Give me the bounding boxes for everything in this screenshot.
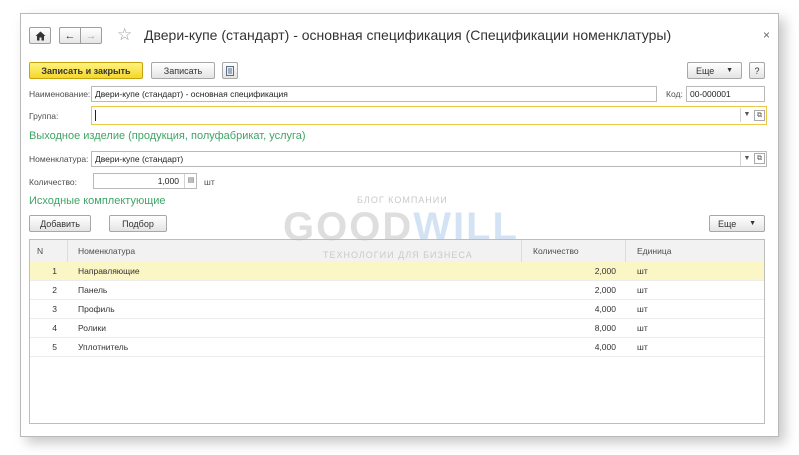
star-icon[interactable]: ☆ — [117, 25, 132, 45]
quantity-label: Количество: — [29, 177, 78, 187]
save-button[interactable]: Записать — [151, 62, 215, 79]
home-button[interactable] — [29, 27, 51, 44]
watermark-top-text: БЛОГ КОМПАНИИ — [357, 195, 448, 205]
row-number: 4 — [52, 323, 57, 333]
table-row[interactable]: 1 Направляющие 2,000 шт — [30, 262, 764, 281]
components-table[interactable]: N Номенклатура Количество Единица 1 Напр… — [29, 239, 765, 424]
home-icon — [35, 31, 45, 40]
row-quantity: 4,000 — [594, 342, 616, 352]
arrow-right-icon: → — [85, 29, 97, 42]
column-header-n[interactable]: N — [30, 240, 68, 262]
more-menu-button[interactable]: Еще ▼ — [687, 62, 742, 79]
code-label: Код: — [666, 89, 683, 99]
group-field[interactable]: ▼ ⧉ — [91, 106, 767, 125]
row-quantity: 8,000 — [594, 323, 616, 333]
row-unit: шт — [637, 342, 648, 352]
row-number: 5 — [52, 342, 57, 352]
chevron-down-icon[interactable]: ▼ — [740, 152, 753, 166]
close-icon[interactable]: × — [763, 28, 770, 42]
row-number: 2 — [52, 285, 57, 295]
table-more-label: Еще — [718, 218, 737, 229]
table-row[interactable]: 2 Панель 2,000 шт — [30, 281, 764, 300]
code-field[interactable]: 00-000001 — [686, 86, 765, 102]
chevron-down-icon: ▼ — [749, 220, 756, 227]
quantity-unit: шт — [204, 177, 215, 187]
row-unit: шт — [637, 285, 648, 295]
quantity-value: 1,000 — [157, 176, 179, 186]
calculator-icon[interactable]: ▤ — [184, 174, 196, 188]
row-number: 1 — [52, 266, 57, 276]
form-window: ← → ☆ Двери-купе (стандарт) - основная с… — [20, 13, 779, 437]
open-link-icon[interactable]: ⧉ — [754, 153, 765, 164]
report-button[interactable] — [222, 62, 238, 79]
row-unit: шт — [637, 304, 648, 314]
column-header-nomenclature[interactable]: Номенклатура — [68, 240, 522, 262]
row-unit: шт — [637, 323, 648, 333]
output-section-title: Выходное изделие (продукция, полуфабрика… — [29, 130, 306, 142]
select-button[interactable]: Подбор — [109, 215, 167, 232]
document-list-icon — [226, 65, 234, 76]
row-nomenclature: Профиль — [78, 304, 115, 314]
table-more-menu-button[interactable]: Еще ▼ — [709, 215, 765, 232]
window-title: Двери-купе (стандарт) - основная специфи… — [144, 27, 672, 43]
arrow-left-icon: ← — [64, 29, 76, 42]
name-label: Наименование: — [29, 89, 91, 99]
group-label: Группа: — [29, 111, 59, 121]
back-button[interactable]: ← — [59, 27, 81, 44]
forward-button[interactable]: → — [80, 27, 102, 44]
more-menu-label: Еще — [696, 65, 715, 76]
row-quantity: 4,000 — [594, 304, 616, 314]
row-quantity: 2,000 — [594, 266, 616, 276]
row-unit: шт — [637, 266, 648, 276]
name-field[interactable]: Двери-купе (стандарт) - основная специфи… — [91, 86, 657, 102]
nomenclature-value: Двери-купе (стандарт) — [95, 154, 184, 164]
chevron-down-icon: ▼ — [726, 67, 733, 74]
table-row[interactable]: 3 Профиль 4,000 шт — [30, 300, 764, 319]
row-quantity: 2,000 — [594, 285, 616, 295]
row-nomenclature: Ролики — [78, 323, 107, 333]
text-cursor — [95, 110, 96, 121]
table-row[interactable]: 5 Уплотнитель 4,000 шт — [30, 338, 764, 357]
save-and-close-button[interactable]: Записать и закрыть — [29, 62, 143, 79]
title-bar: ← → ☆ Двери-купе (стандарт) - основная с… — [21, 14, 778, 54]
add-button[interactable]: Добавить — [29, 215, 91, 232]
row-nomenclature: Панель — [78, 285, 108, 295]
nomenclature-label: Номенклатура: — [29, 154, 89, 164]
chevron-down-icon[interactable]: ▼ — [740, 108, 753, 122]
table-row[interactable]: 4 Ролики 8,000 шт — [30, 319, 764, 338]
quantity-field[interactable]: 1,000 ▤ — [93, 173, 197, 189]
nomenclature-field[interactable]: Двери-купе (стандарт) ▼ ⧉ — [91, 151, 767, 167]
row-nomenclature: Уплотнитель — [78, 342, 129, 352]
row-nomenclature: Направляющие — [78, 266, 140, 276]
open-link-icon[interactable]: ⧉ — [754, 110, 765, 121]
components-section-title: Исходные комплектующие — [29, 195, 166, 207]
help-button[interactable]: ? — [749, 62, 765, 79]
row-number: 3 — [52, 304, 57, 314]
column-header-unit[interactable]: Единица — [626, 240, 764, 262]
column-header-quantity[interactable]: Количество — [522, 240, 626, 262]
